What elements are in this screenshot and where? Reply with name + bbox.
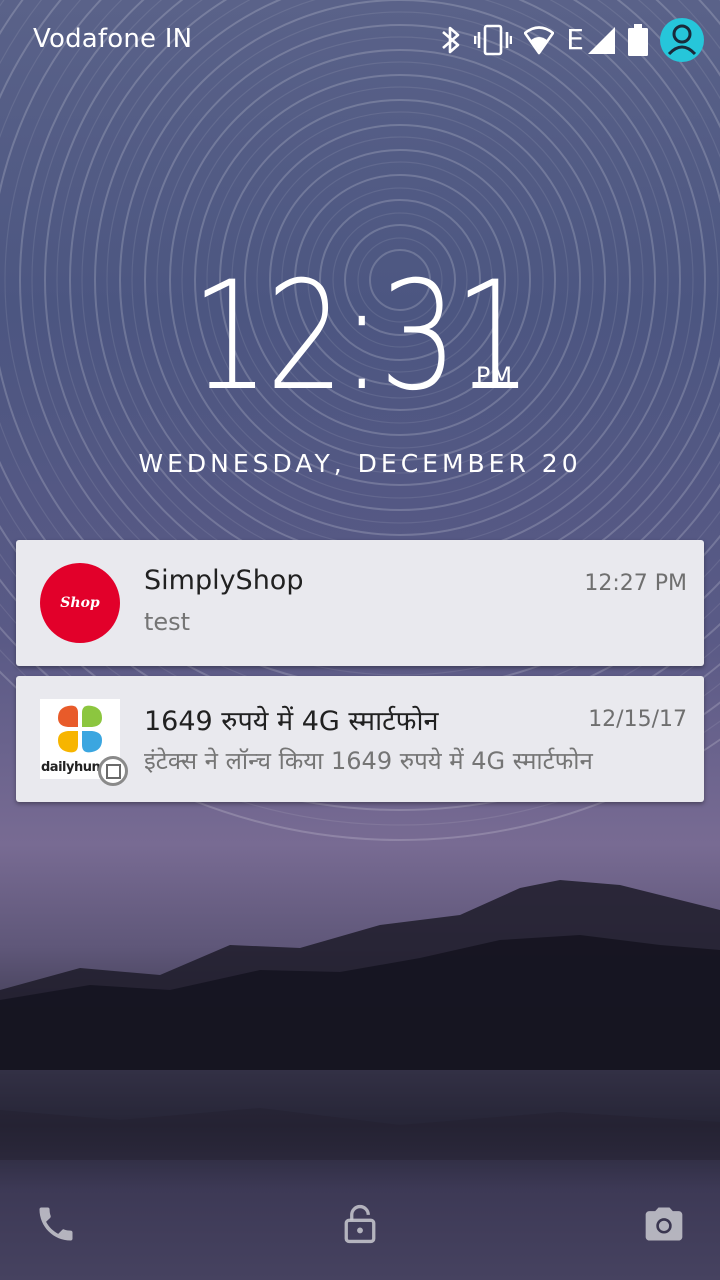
notification-dailyhunt[interactable]: dailyhunt 1649 रुपये में 4G स्मार्टफोन इ…: [16, 676, 704, 802]
dailyhunt-logo-icon: [58, 705, 102, 753]
square-icon: [105, 763, 121, 779]
clock: 12:31 PM: [154, 262, 566, 412]
notification-body: test: [144, 608, 191, 636]
phone-icon[interactable]: [34, 1202, 78, 1246]
user-avatar-icon[interactable]: [660, 18, 704, 62]
simplyshop-logo-text: Shop: [60, 595, 100, 611]
notification-time: 12:27 PM: [584, 571, 687, 596]
status-bar: Vodafone IN E: [0, 0, 720, 80]
small-app-badge-icon: [98, 756, 128, 786]
notification-simplyshop[interactable]: Shop SimplyShop test 12:27 PM: [16, 540, 704, 666]
dailyhunt-logo-text: dailyhunt: [41, 760, 106, 775]
battery-icon: [628, 24, 648, 56]
wifi-icon: [524, 26, 555, 55]
status-icons: E: [440, 18, 704, 62]
lockscreen-clock: 12:31 PM: [0, 262, 720, 412]
notification-time: 12/15/17: [588, 707, 687, 732]
notification-title: 1649 रुपये में 4G स्मार्टफोन: [144, 706, 439, 737]
clock-ampm: PM: [475, 362, 514, 390]
lock-screen: Vodafone IN E 12:31 PM WEDNESDAY, DECEMB…: [0, 0, 720, 1280]
vibrate-icon: [474, 24, 513, 56]
camera-icon[interactable]: [642, 1202, 686, 1246]
lockscreen-date: WEDNESDAY, DECEMBER 20: [138, 449, 582, 478]
simplyshop-app-icon: Shop: [40, 563, 120, 643]
network-type-icon: E: [566, 23, 584, 56]
bluetooth-icon: [442, 26, 460, 54]
lock-icon[interactable]: [338, 1202, 382, 1246]
notification-body: इंटेक्स ने लॉन्च किया 1649 रुपये में 4G …: [144, 747, 593, 775]
lockscreen-bottom-bar: [0, 1180, 720, 1280]
carrier-name: Vodafone IN: [33, 24, 193, 54]
signal-icon: [588, 27, 615, 54]
notification-title: SimplyShop: [144, 565, 304, 596]
